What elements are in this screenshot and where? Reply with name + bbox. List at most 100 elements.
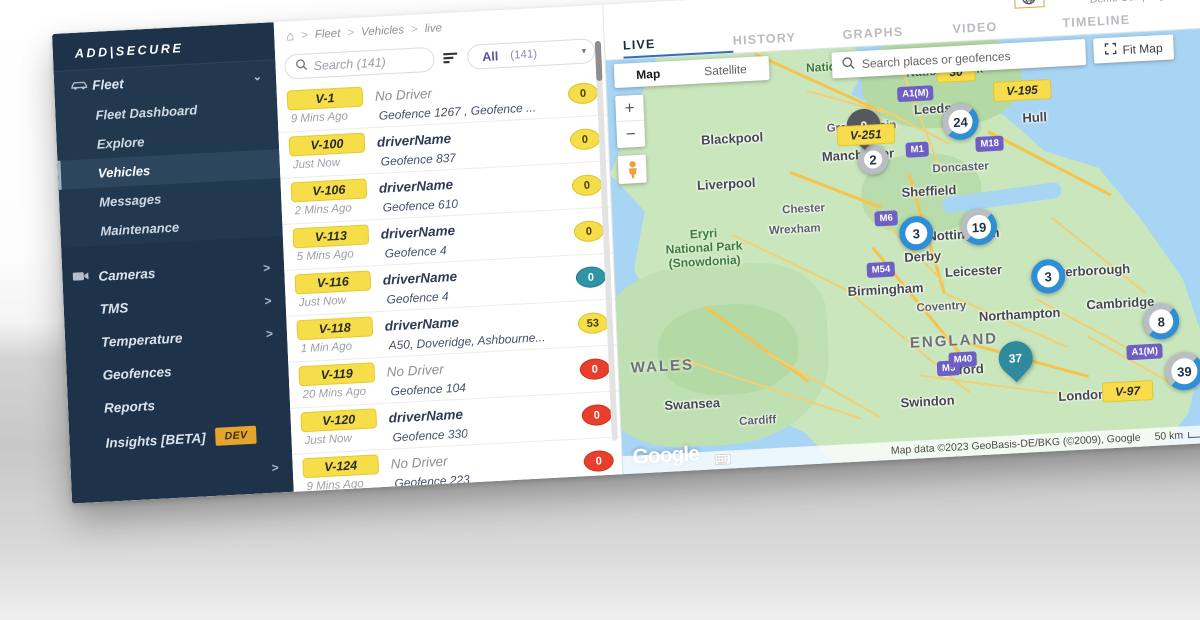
sort-icon[interactable]: [441, 51, 461, 66]
pegman-icon[interactable]: [618, 155, 647, 184]
temperature-icon: [75, 342, 101, 343]
map-zoom-control[interactable]: + −: [615, 95, 645, 148]
vehicle-driver-name: No Driver: [386, 361, 444, 379]
map-road-shield: M1: [905, 142, 929, 158]
map-city-label: Hull: [1022, 109, 1047, 125]
map-park-label: Eryri National Park (Snowdonia): [665, 226, 743, 271]
vehicle-driver-name: driverName: [379, 177, 454, 196]
vehicle-status-badge[interactable]: 0: [572, 174, 603, 197]
vehicle-tag[interactable]: V-124: [302, 455, 379, 479]
vehicle-list[interactable]: V-1No Driver9 Mins AgoGeofence 1267 , Ge…: [276, 70, 622, 492]
map-scale-label: 50 km: [1154, 429, 1183, 443]
vehicle-timestamp: 1 Min Ago: [300, 340, 372, 358]
vehicle-driver-name: driverName: [377, 131, 452, 150]
chevron-down-icon: ▾: [581, 46, 586, 57]
fit-map-button[interactable]: Fit Map: [1093, 34, 1174, 63]
globe-icon[interactable]: [1013, 0, 1044, 9]
map-scale-line: [1188, 429, 1200, 438]
map-city-label: Chester: [782, 202, 825, 216]
vehicle-driver-name: driverName: [388, 407, 463, 426]
vehicle-geofence: Geofence 610: [382, 197, 458, 215]
breadcrumb-item-vehicles[interactable]: Vehicles: [361, 24, 404, 38]
vehicle-status-badge[interactable]: 0: [581, 404, 612, 427]
right-panel: Demo Demo Company DEV LIVE HISTORY GRAPH…: [603, 0, 1200, 474]
vehicle-timestamp: Just Now: [298, 294, 370, 312]
vehicle-geofence: Geofence 837: [380, 151, 456, 169]
map-road-shield: M18: [975, 136, 1004, 153]
filter-label: All: [482, 49, 499, 64]
vehicle-status-badge[interactable]: 0: [570, 128, 601, 151]
sidebar: ADD|SECURE Fleet ⌄ Fleet Dashboard Explo…: [52, 22, 294, 503]
breadcrumb-separator: >: [411, 23, 418, 35]
vehicle-driver-name: driverName: [382, 269, 457, 288]
car-icon: [70, 78, 93, 94]
vehicle-driver-name: No Driver: [375, 86, 433, 104]
bell-icon[interactable]: [1057, 0, 1072, 4]
vehicle-timestamp: 9 Mins Ago: [306, 478, 378, 492]
sidebar-item-insights-label: Insights [BETA]: [105, 430, 206, 450]
map-city-label: Swindon: [900, 393, 955, 411]
map-road-shield: M6: [874, 210, 898, 226]
vehicle-status-badge[interactable]: 0: [579, 358, 610, 381]
sidebar-group-fleet: Fleet ⌄ Fleet Dashboard Explore Vehicles…: [54, 59, 283, 248]
vehicle-geofence: Geofence 223: [394, 473, 470, 491]
vehicle-status-badge[interactable]: 0: [575, 266, 606, 289]
sidebar-item-geofences-label: Geofences: [102, 364, 172, 383]
extra-icon-1: [81, 477, 107, 478]
map-vehicle-label[interactable]: V-195: [993, 79, 1051, 102]
home-icon[interactable]: ⌂: [286, 28, 294, 43]
zoom-in-button[interactable]: +: [615, 95, 644, 122]
vehicle-tag[interactable]: V-106: [291, 179, 368, 203]
vehicle-status-badge[interactable]: 53: [577, 312, 608, 335]
vehicle-tag[interactable]: V-120: [300, 409, 377, 433]
map-view[interactable]: BlackpoolLiverpoolChesterWrexhamManchest…: [606, 27, 1200, 474]
reports-icon: [78, 408, 104, 409]
vehicle-status-badge[interactable]: 0: [568, 82, 599, 105]
vehicle-tag[interactable]: V-113: [293, 225, 370, 249]
map-vehicle-label[interactable]: V-251: [837, 123, 895, 146]
chevron-right-icon: >: [263, 260, 271, 274]
tms-icon: [74, 309, 100, 310]
map-city-label: London: [1058, 386, 1106, 404]
vehicle-timestamp: Just Now: [304, 432, 376, 450]
sidebar-item-fleet-label: Fleet: [92, 76, 124, 93]
vehicle-geofence: Geofence 330: [392, 427, 468, 445]
vehicle-geofence: Geofence 4: [384, 244, 447, 261]
vehicle-driver-name: driverName: [384, 315, 459, 334]
map-road-shield: A1(M): [897, 85, 934, 102]
fit-map-label: Fit Map: [1122, 40, 1163, 56]
vehicle-geofence: Geofence 104: [390, 381, 466, 399]
zoom-out-button[interactable]: −: [616, 121, 645, 148]
search-placeholder: Search (141): [313, 55, 386, 73]
map-pin-value: 37: [1009, 351, 1023, 366]
map-vehicle-label[interactable]: V-97: [1102, 380, 1154, 403]
breadcrumb-item-fleet[interactable]: Fleet: [315, 27, 341, 40]
map-type-satellite[interactable]: Satellite: [682, 56, 770, 85]
map-city-label: Liverpool: [697, 175, 756, 193]
map-road-shield: M54: [866, 261, 895, 278]
breadcrumb-item-live[interactable]: live: [424, 22, 442, 35]
vehicle-driver-name: driverName: [381, 223, 456, 242]
map-road-shield: M40: [948, 351, 977, 368]
application-window: ADD|SECURE Fleet ⌄ Fleet Dashboard Explo…: [52, 0, 1200, 504]
search-input[interactable]: Search (141): [284, 47, 435, 80]
map-type-map[interactable]: Map: [614, 61, 683, 89]
map-city-label: Cardiff: [739, 414, 777, 428]
tilted-device-frame: ADD|SECURE Fleet ⌄ Fleet Dashboard Explo…: [52, 0, 1200, 504]
map-city-label: Derby: [904, 248, 941, 265]
vehicle-tag[interactable]: V-1: [287, 87, 364, 111]
sidebar-item-vehicles-label: Vehicles: [98, 163, 151, 181]
filter-dropdown[interactable]: All (141) ▾: [467, 38, 596, 70]
chevron-right-icon: >: [266, 326, 274, 340]
vehicle-tag[interactable]: V-100: [289, 133, 366, 157]
sidebar-item-reports-label: Reports: [104, 398, 156, 416]
vehicle-tag[interactable]: V-116: [295, 271, 372, 295]
search-icon: [295, 59, 308, 75]
filter-count: (141): [510, 48, 537, 61]
vehicle-tag[interactable]: V-118: [296, 317, 373, 341]
vehicle-status-badge[interactable]: 0: [583, 450, 614, 473]
vehicle-timestamp: Just Now: [293, 156, 365, 174]
vehicle-tag[interactable]: V-119: [298, 363, 375, 387]
map-search-placeholder: Search places or geofences: [862, 49, 1011, 71]
vehicle-status-badge[interactable]: 0: [573, 220, 604, 243]
